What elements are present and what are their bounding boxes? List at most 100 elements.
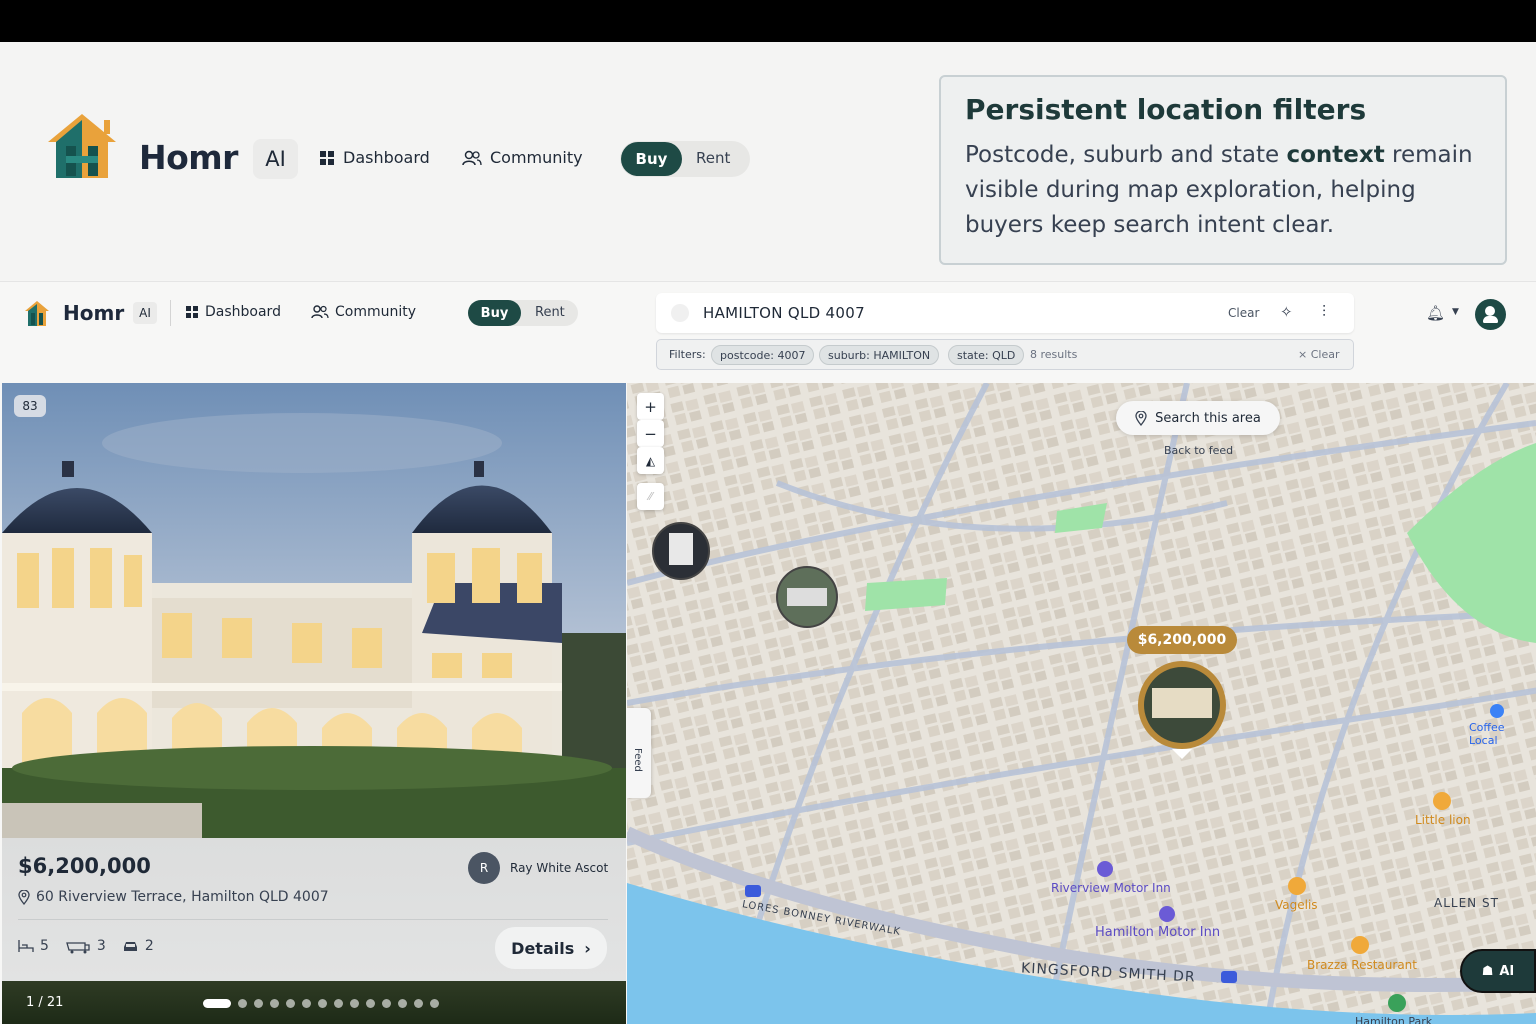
- zoom-in-button[interactable]: +: [637, 393, 664, 420]
- feature-callout: Persistent location filters Postcode, su…: [939, 75, 1507, 265]
- pagination-dot[interactable]: [286, 999, 295, 1008]
- app-nav-dashboard-label: Dashboard: [205, 304, 281, 320]
- photo-count-badge: 83: [14, 395, 46, 417]
- draw-area-icon[interactable]: ⁄⁄: [637, 483, 664, 510]
- pagination-dot[interactable]: [318, 999, 327, 1008]
- cars-feature: 2: [122, 938, 154, 954]
- hero-buy-rent-toggle[interactable]: Buy Rent: [620, 141, 750, 177]
- zoom-out-button[interactable]: −: [637, 420, 664, 447]
- hero-nav-community-label: Community: [490, 148, 583, 167]
- magic-wand-icon[interactable]: ✧: [1280, 303, 1293, 321]
- ai-assistant-button[interactable]: ☗ AI: [1460, 949, 1536, 993]
- hero-nav-dashboard-label: Dashboard: [343, 148, 430, 167]
- filters-label: Filters:: [669, 348, 706, 361]
- location-search-bar[interactable]: HAMILTON QLD 4007 Clear ✧ ⫶: [656, 293, 1354, 333]
- pagination-dot[interactable]: [238, 999, 247, 1008]
- location-pin-icon: [1135, 410, 1147, 426]
- baths-feature: 3: [65, 938, 106, 954]
- poi-riverview-motor-inn[interactable]: Riverview Motor Inn: [1051, 881, 1171, 895]
- app-nav-community[interactable]: Community: [311, 304, 416, 320]
- filter-sliders-icon[interactable]: ⫶: [1322, 302, 1326, 322]
- poi-brazza-restaurant[interactable]: Brazza Restaurant: [1307, 958, 1417, 972]
- property-photo[interactable]: [2, 383, 626, 838]
- pagination-dot[interactable]: [302, 999, 311, 1008]
- filters-clear-button[interactable]: × Clear: [1298, 348, 1339, 361]
- pagination-dot[interactable]: [414, 999, 423, 1008]
- dashboard-icon: [320, 150, 334, 165]
- baths-count: 3: [96, 938, 106, 954]
- pagination-dot[interactable]: [203, 999, 231, 1008]
- pagination-dot[interactable]: [254, 999, 263, 1008]
- pagination-dot[interactable]: [430, 999, 439, 1008]
- hero-rent-option[interactable]: Rent: [696, 149, 730, 167]
- listing-card[interactable]: 83 $6,200,000 60 Riverview Terrace, Hami…: [2, 383, 626, 1024]
- community-icon: [462, 150, 482, 165]
- bed-icon: [18, 940, 34, 952]
- hero-brand-name: Homr: [139, 138, 238, 177]
- hero-nav-community[interactable]: Community: [462, 148, 583, 167]
- user-avatar[interactable]: [1475, 299, 1506, 330]
- nav-divider: [170, 300, 171, 326]
- map-view[interactable]: + − ◭ ⁄⁄ Search this area Back to feed F…: [627, 383, 1536, 1024]
- listing-info: $6,200,000 60 Riverview Terrace, Hamilto…: [2, 838, 626, 981]
- card-divider: [18, 919, 608, 920]
- chevron-right-icon: ›: [584, 938, 591, 958]
- notifications-bell-icon[interactable]: 🔔︎: [1426, 304, 1445, 322]
- listing-price: $6,200,000: [18, 854, 151, 878]
- search-this-area-button[interactable]: Search this area: [1116, 401, 1280, 435]
- poi-vagelis[interactable]: Vagelis: [1275, 898, 1318, 912]
- search-clear-button[interactable]: Clear: [1228, 306, 1259, 320]
- community-icon: [311, 305, 329, 319]
- app-ai-button[interactable]: AI: [133, 302, 157, 324]
- poi-hamilton-motor-inn[interactable]: Hamilton Motor Inn: [1095, 925, 1220, 940]
- ai-assistant-icon: ☗: [1481, 963, 1494, 979]
- bath-icon: [66, 942, 90, 954]
- beds-count: 5: [40, 938, 49, 954]
- poi-hamilton-park[interactable]: Hamilton Park: [1355, 1015, 1432, 1024]
- compass-icon[interactable]: ◭: [637, 447, 664, 474]
- pagination-dots[interactable]: [203, 999, 439, 1008]
- search-icon: [671, 304, 689, 322]
- hero-ai-button[interactable]: AI: [253, 139, 298, 179]
- app-nav-dashboard[interactable]: Dashboard: [186, 304, 281, 320]
- agent-avatar[interactable]: R: [468, 852, 500, 884]
- app-buy-option[interactable]: Buy: [468, 300, 521, 326]
- listing-pager: 1 / 21: [26, 995, 64, 1010]
- listing-address-text: 60 Riverview Terrace, Hamilton QLD 4007: [36, 889, 329, 905]
- street-label-allen-st: ALLEN ST: [1434, 896, 1499, 910]
- callout-title: Persistent location filters: [965, 93, 1367, 126]
- search-this-area-label: Search this area: [1155, 410, 1261, 426]
- pagination-dot[interactable]: [334, 999, 343, 1008]
- ai-assistant-label: AI: [1499, 963, 1515, 979]
- results-count: 8 results: [1030, 348, 1078, 361]
- poi-coffee-local[interactable]: Coffee Local: [1469, 721, 1536, 747]
- filter-chip-state[interactable]: state: QLD: [948, 345, 1025, 365]
- filter-chip-postcode[interactable]: postcode: 4007: [711, 345, 815, 365]
- map-canvas[interactable]: [627, 383, 1536, 1024]
- details-button-label: Details: [511, 938, 575, 958]
- chevron-down-icon[interactable]: ▼: [1452, 307, 1459, 317]
- filter-chip-suburb[interactable]: suburb: HAMILTON: [819, 345, 940, 365]
- app-nav-community-label: Community: [335, 304, 417, 320]
- pagination-dot[interactable]: [350, 999, 359, 1008]
- back-to-feed-link[interactable]: Back to feed: [1164, 444, 1233, 457]
- feed-tab-label: Feed: [632, 748, 643, 772]
- hero-buy-option[interactable]: Buy: [621, 142, 682, 176]
- feed-side-tab[interactable]: Feed: [627, 708, 651, 798]
- poi-little-lion[interactable]: Little lion: [1415, 813, 1471, 827]
- app-window: Homr AI Dashboard Community Buy Rent HAM…: [0, 281, 1536, 1024]
- pagination-dot[interactable]: [366, 999, 375, 1008]
- homr-small-logo-icon: [25, 301, 49, 326]
- search-input[interactable]: HAMILTON QLD 4007: [703, 304, 865, 322]
- callout-text: Postcode, suburb and state context remai…: [965, 138, 1481, 243]
- pagination-dot[interactable]: [270, 999, 279, 1008]
- app-rent-option[interactable]: Rent: [535, 305, 565, 320]
- next-photo-strip: 1 / 21: [2, 981, 626, 1024]
- pagination-dot[interactable]: [382, 999, 391, 1008]
- map-price-pin[interactable]: $6,200,000: [1127, 626, 1237, 654]
- agent-name[interactable]: Ray White Ascot: [510, 861, 608, 875]
- pagination-dot[interactable]: [398, 999, 407, 1008]
- app-buy-rent-toggle[interactable]: Buy Rent: [468, 300, 578, 326]
- hero-nav-dashboard[interactable]: Dashboard: [320, 148, 430, 167]
- details-button[interactable]: Details ›: [495, 927, 607, 969]
